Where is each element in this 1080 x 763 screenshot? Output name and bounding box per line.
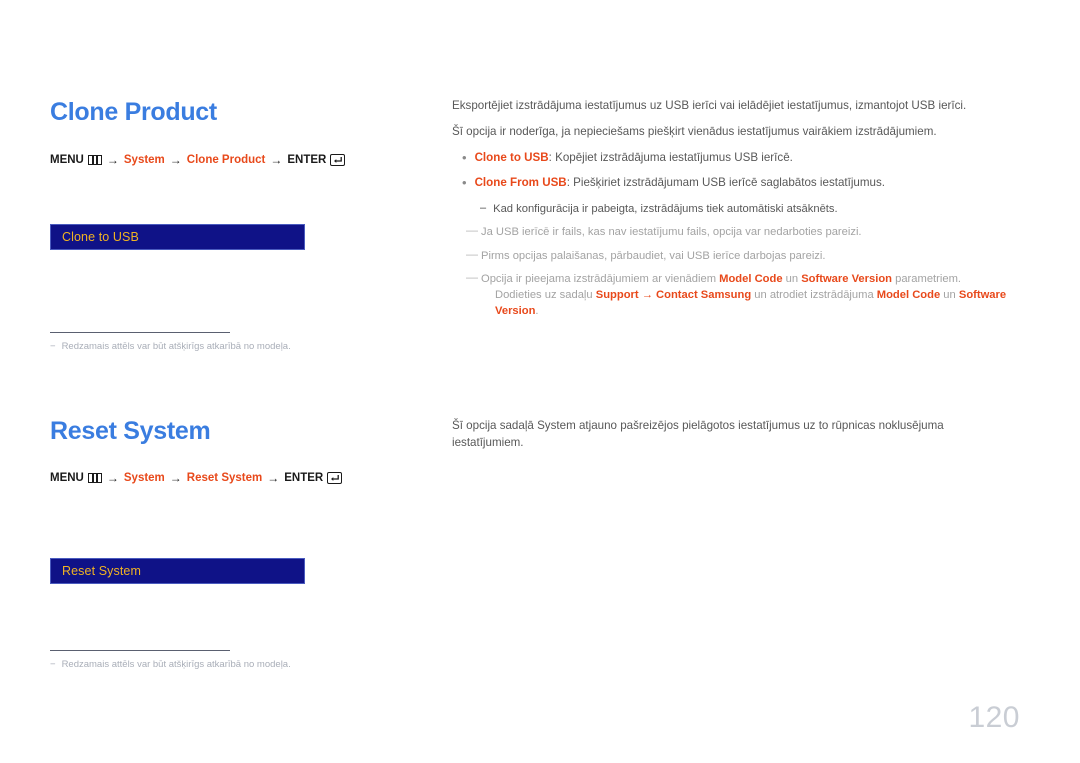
note-term-model-code: Model Code: [719, 272, 783, 285]
clone-product-left-column: Clone Product: [50, 100, 430, 125]
menu-label: MENU: [50, 154, 84, 166]
list-item-clone-to-usb: • Clone to USB: Kopējiet izstrādājuma ie…: [452, 150, 1012, 167]
note-item-model-code: — Opcija ir pieejama izstrādājumiem ar v…: [452, 271, 1012, 320]
list-item-term: Clone From USB: [474, 176, 567, 190]
note-item-text: Ja USB ierīcē ir fails, kas nav iestatīj…: [481, 226, 862, 239]
menu-bars-icon: [87, 473, 102, 483]
arrow-icon-1: →: [106, 471, 119, 485]
clone-product-menu-path: MENU → System → Clone Product → ENTER: [50, 153, 430, 167]
note-text-c: parametriem.: [892, 272, 962, 285]
breadcrumb: MENU → System → Reset System → ENTER: [50, 471, 430, 485]
clone-product-right-column: Eksportējiet izstrādājuma iestatījumus u…: [452, 98, 1012, 327]
breadcrumb-step-reset-system[interactable]: Reset System: [187, 472, 262, 484]
page-title-clone-product: Clone Product: [50, 98, 217, 126]
dash-icon: —: [466, 246, 478, 261]
footnote-dash-icon: −: [50, 341, 56, 352]
menu-bars-icon: [87, 155, 102, 165]
reset-system-left-column: Reset System: [50, 419, 430, 444]
note-text-a: Opcija ir pieejama izstrādājumiem ar vie…: [481, 272, 720, 285]
note-line2-d: .: [535, 305, 539, 318]
enter-label: ENTER: [284, 472, 324, 484]
ui-preview-reset-system[interactable]: Reset System: [50, 558, 305, 584]
list-item-term: Clone to USB: [474, 150, 549, 164]
reset-system-right-column: Šī opcija sadaļā System atjauno pašreizē…: [452, 418, 1012, 452]
ui-preview-label: Clone to USB: [62, 230, 139, 244]
arrow-icon-3: →: [267, 471, 280, 485]
note-line2-c: un: [940, 289, 959, 302]
arrow-icon-1: →: [106, 153, 119, 167]
intro-paragraph-1: Šī opcija sadaļā System atjauno pašreizē…: [452, 419, 944, 449]
intro-paragraph-2: Šī opcija ir noderīga, ja nepieciešams p…: [452, 124, 937, 138]
reset-system-menu-path: MENU → System → Reset System → ENTER: [50, 471, 430, 485]
note-item-usb-file: — Ja USB ierīcē ir fails, kas nav iestat…: [452, 224, 1012, 240]
arrow-icon-2: →: [169, 153, 182, 167]
note-term-support: Support: [595, 289, 639, 302]
enter-key-icon: [330, 154, 346, 166]
dash-icon: —: [466, 269, 478, 284]
sub-list-item-text: Kad konfigurācija ir pabeigta, izstrādāj…: [493, 203, 838, 216]
arrow-icon-3: →: [270, 153, 283, 167]
reset-system-box-wrap: Reset System: [50, 558, 430, 584]
page-number: 120: [968, 701, 1020, 734]
footnote-divider: [50, 332, 230, 333]
clone-product-footnote: − Redzamais attēls var būt atšķirīgs atk…: [50, 332, 430, 353]
note-line2-b: un atrodiet izstrādājuma: [751, 289, 877, 302]
reset-system-footnote: − Redzamais attēls var būt atšķirīgs atk…: [50, 650, 430, 671]
enter-label: ENTER: [287, 154, 327, 166]
footnote-text: Redzamais attēls var būt atšķirīgs atkar…: [61, 341, 291, 352]
arrow-icon-2: →: [169, 471, 182, 485]
dash-icon: —: [466, 223, 478, 238]
note-item-text: Pirms opcijas palaišanas, pārbaudiet, va…: [481, 249, 826, 262]
ui-preview-clone-to-usb[interactable]: Clone to USB: [50, 224, 305, 250]
note-term-contact-samsung: Contact Samsung: [656, 289, 752, 302]
clone-to-usb-box-wrap: Clone to USB: [50, 224, 430, 250]
breadcrumb-step-system[interactable]: System: [124, 472, 165, 484]
arrow-icon-support: →: [638, 289, 657, 302]
footnote-divider: [50, 650, 230, 651]
note-term-model-code-2: Model Code: [876, 289, 941, 302]
list-item-description: : Kopējiet izstrādājuma iestatījumus USB…: [548, 150, 793, 164]
note-line2-a: Dodieties uz sadaļu: [495, 289, 596, 302]
ui-preview-label: Reset System: [62, 564, 142, 578]
menu-label: MENU: [50, 472, 84, 484]
note-term-software-version: Software Version: [801, 272, 892, 285]
sub-list-item-reboot-note: – Kad konfigurācija ir pabeigta, izstrād…: [452, 201, 1012, 217]
enter-key-icon: [327, 472, 343, 484]
breadcrumb-step-system[interactable]: System: [124, 154, 165, 166]
list-item-description: : Piešķiriet izstrādājumam USB ierīcē sa…: [566, 176, 885, 190]
bullet-dot-icon: •: [462, 149, 467, 165]
page-title-reset-system: Reset System: [50, 417, 211, 445]
intro-paragraph-1: Eksportējiet izstrādājuma iestatījumus u…: [452, 99, 967, 112]
list-item-clone-from-usb: • Clone From USB: Piešķiriet izstrādājum…: [452, 175, 1012, 192]
footnote-text: Redzamais attēls var būt atšķirīgs atkar…: [61, 659, 291, 670]
manual-page: Clone Product MENU → System → Clone Prod…: [0, 0, 1080, 763]
dash-icon: –: [480, 202, 487, 215]
bullet-dot-icon: •: [462, 175, 467, 191]
note-item-usb-check: — Pirms opcijas palaišanas, pārbaudiet, …: [452, 248, 1012, 264]
breadcrumb-step-clone-product[interactable]: Clone Product: [187, 154, 266, 166]
breadcrumb: MENU → System → Clone Product → ENTER: [50, 153, 430, 167]
note-text-b: un: [782, 272, 802, 285]
footnote-dash-icon: −: [50, 659, 56, 670]
